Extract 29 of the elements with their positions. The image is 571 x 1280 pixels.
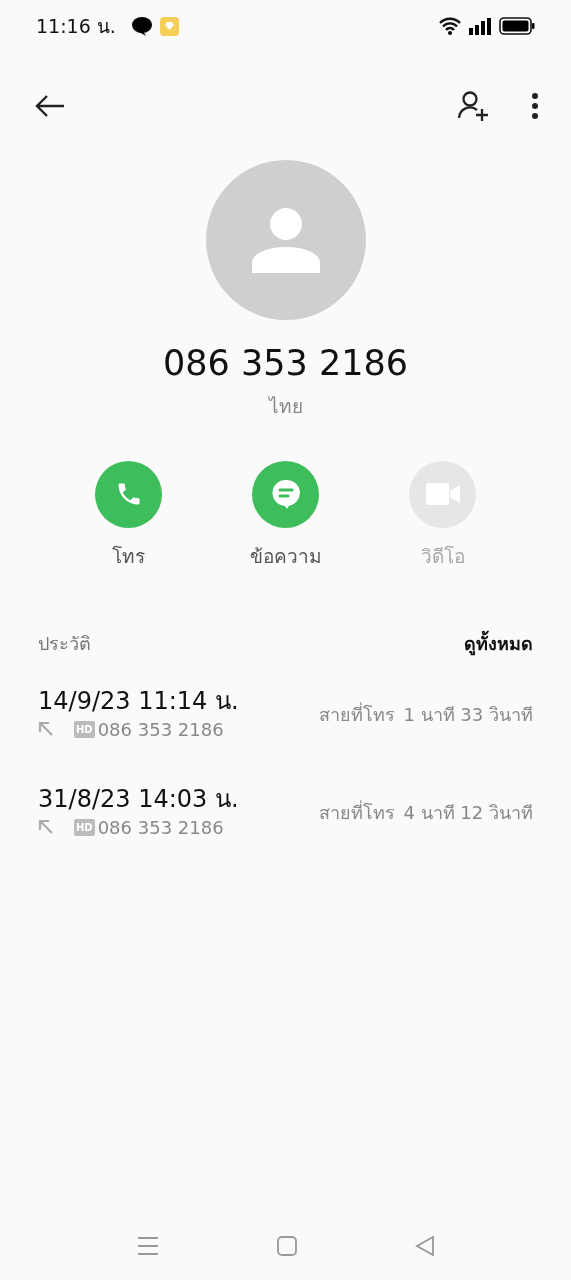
status-time: 11:16 น.: [36, 13, 116, 39]
video-camera-icon: [425, 483, 460, 505]
call-duration: 1 นาที 33 วินาที: [403, 703, 533, 728]
signal-icon: [469, 17, 491, 35]
wifi-icon: [439, 17, 461, 35]
call-datetime: 31/8/23 14:03 น.: [38, 784, 239, 814]
up-left-arrow-icon: [38, 819, 54, 836]
battery-icon: [499, 17, 535, 35]
hd-badge: HD: [74, 818, 95, 836]
contact-number: 086 353 2186: [163, 342, 408, 384]
call-number: 086 353 2186: [97, 815, 224, 840]
chat-bubble-icon: [131, 16, 152, 36]
action-label: วิดีโอ: [420, 543, 465, 569]
call-number: 086 353 2186: [97, 717, 224, 742]
section-title: ประวัติ: [38, 632, 91, 656]
up-left-arrow-icon: [38, 721, 54, 738]
call-type: สายที่โทร: [319, 701, 396, 728]
person-icon: [250, 205, 321, 275]
call-datetime: 14/9/23 11:14 น.: [38, 687, 239, 716]
more-options-icon[interactable]: [531, 92, 539, 120]
call-type: สายที่โทร: [319, 799, 396, 826]
message-icon: [270, 478, 301, 510]
contact-location: ไทย: [268, 394, 303, 419]
action-label: โทร: [112, 543, 145, 569]
diamond-app-icon: [159, 16, 179, 36]
see-all-link[interactable]: ดูทั้งหมด: [464, 630, 533, 657]
action-label: ข้อความ: [249, 543, 322, 569]
hd-badge: HD: [74, 720, 95, 738]
call-duration: 4 นาที 12 วินาที: [403, 801, 533, 826]
